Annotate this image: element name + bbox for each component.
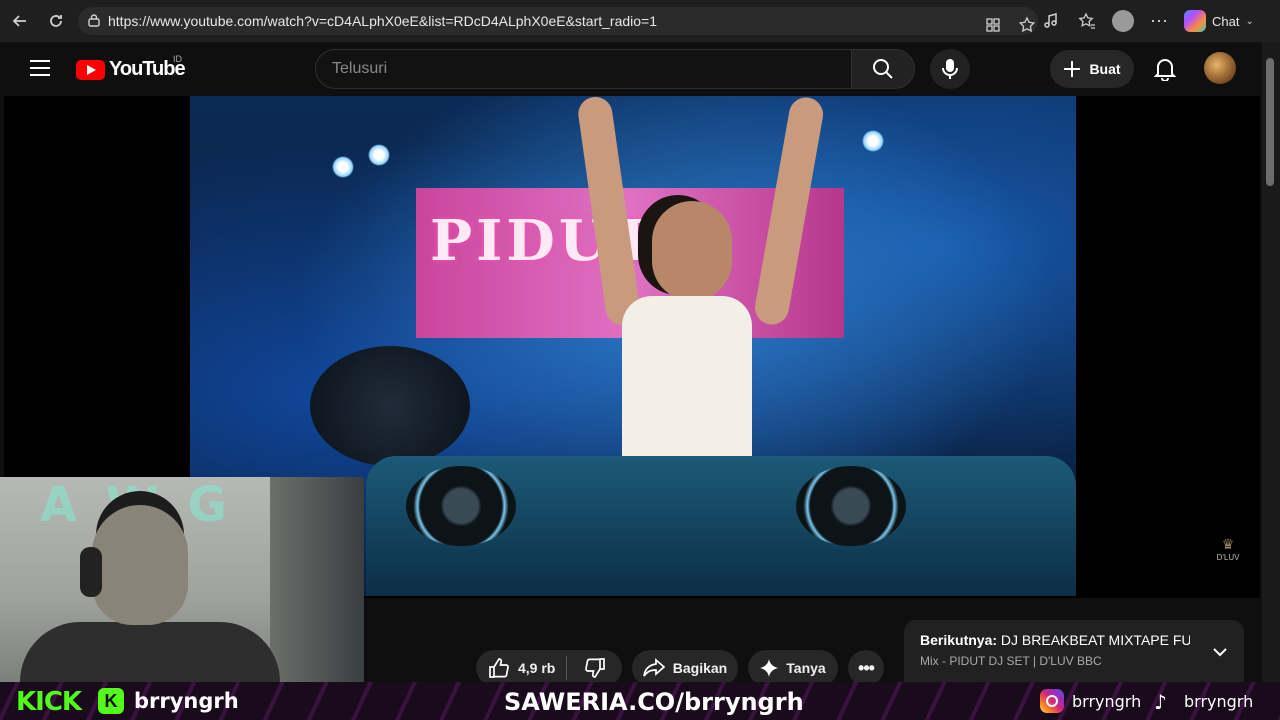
thumbs-up-icon bbox=[489, 658, 509, 678]
dislike-button[interactable] bbox=[567, 657, 622, 679]
like-count: 4,9 rb bbox=[518, 660, 556, 676]
channel-watermark[interactable]: ♛ D'LUV bbox=[1214, 536, 1242, 566]
dj-performer bbox=[576, 96, 826, 476]
search-box bbox=[315, 49, 853, 89]
kick-icon: K bbox=[98, 688, 124, 714]
chevron-down-icon: ⌄ bbox=[1245, 15, 1254, 27]
instagram-username: brryngrh bbox=[1072, 692, 1142, 711]
youtube-logo[interactable]: YouTube bbox=[76, 58, 186, 81]
browser-toolbar: https://www.youtube.com/watch?v=cD4ALphX… bbox=[0, 0, 1280, 42]
tiktok-username: brryngrh bbox=[1184, 692, 1254, 711]
page-scrollbar[interactable] bbox=[1262, 42, 1280, 682]
stage-light bbox=[862, 130, 884, 152]
bell-icon bbox=[1154, 59, 1176, 81]
headphone bbox=[80, 547, 102, 597]
create-label: Buat bbox=[1089, 61, 1121, 77]
video-actions: 4,9 rb Bagikan Tanya ••• Berikutnya: DJ … bbox=[0, 598, 1260, 686]
search-icon bbox=[873, 59, 893, 79]
notifications-button[interactable] bbox=[1148, 52, 1182, 86]
media-control-icon[interactable] bbox=[1040, 10, 1062, 32]
app-available-icon[interactable] bbox=[982, 14, 1004, 36]
up-next-video-title: DJ BREAKBEAT MIXTAPE FU... bbox=[1000, 632, 1190, 648]
ask-label: Tanya bbox=[786, 660, 826, 676]
search-button[interactable] bbox=[851, 49, 915, 89]
profile-avatar-icon[interactable] bbox=[1112, 10, 1134, 32]
chat-label: Chat bbox=[1212, 13, 1240, 29]
watermark-text: D'LUV bbox=[1216, 553, 1240, 562]
stream-banner: KICK K brryngrh SAWERIA.CO/brryngrh brry… bbox=[0, 682, 1280, 720]
voice-search-button[interactable] bbox=[930, 49, 970, 89]
site-info-icon[interactable] bbox=[87, 13, 101, 27]
stage-light bbox=[332, 156, 354, 178]
up-next-title: Berikutnya: DJ BREAKBEAT MIXTAPE FU... bbox=[920, 632, 1190, 648]
kick-username: brryngrh bbox=[134, 689, 239, 713]
instagram-icon bbox=[1040, 689, 1064, 713]
favorite-star-icon[interactable] bbox=[1016, 14, 1038, 36]
jog-wheel bbox=[796, 466, 906, 546]
menu-icon[interactable] bbox=[30, 60, 50, 76]
up-next-card[interactable]: Berikutnya: DJ BREAKBEAT MIXTAPE FU... M… bbox=[904, 620, 1244, 682]
copilot-icon bbox=[1184, 10, 1206, 32]
stage-light bbox=[368, 144, 390, 166]
chevron-down-icon[interactable] bbox=[1210, 642, 1230, 662]
more-actions-button[interactable]: ••• bbox=[848, 650, 884, 686]
up-next-subtitle: Mix - PIDUT DJ SET | D'LUV BBC bbox=[920, 654, 1102, 668]
tiktok-icon: ♪ bbox=[1154, 690, 1167, 714]
dj-controller bbox=[366, 456, 1076, 596]
url-text: https://www.youtube.com/watch?v=cD4ALphX… bbox=[108, 13, 658, 29]
jog-wheel bbox=[406, 466, 516, 546]
create-button[interactable]: Buat bbox=[1050, 50, 1134, 88]
sparkle-icon bbox=[760, 659, 779, 677]
search-input[interactable] bbox=[332, 60, 853, 78]
like-button[interactable]: 4,9 rb bbox=[476, 657, 566, 679]
plus-icon bbox=[1064, 61, 1081, 77]
youtube-header: YouTube ID Buat bbox=[4, 42, 1260, 96]
back-arrow-icon[interactable] bbox=[4, 5, 36, 37]
microphone-icon bbox=[942, 59, 958, 79]
region-code: ID bbox=[173, 54, 182, 64]
more-options-icon[interactable]: ⋯ bbox=[1148, 10, 1170, 32]
share-button[interactable]: Bagikan bbox=[632, 650, 738, 686]
copilot-chat-button[interactable]: Chat ⌄ bbox=[1184, 10, 1254, 32]
saweria-link: SAWERIA.CO/brryngrh bbox=[504, 688, 804, 716]
youtube-play-icon bbox=[76, 59, 105, 80]
thumbs-down-icon bbox=[584, 658, 605, 678]
up-next-prefix: Berikutnya: bbox=[920, 632, 998, 648]
address-bar[interactable]: https://www.youtube.com/watch?v=cD4ALphX… bbox=[78, 7, 1038, 35]
share-icon bbox=[642, 658, 665, 677]
kick-logo: KICK bbox=[16, 687, 82, 717]
share-label: Bagikan bbox=[672, 660, 728, 676]
speaker bbox=[310, 346, 470, 466]
more-horizontal-icon: ••• bbox=[858, 657, 875, 678]
refresh-icon[interactable] bbox=[40, 5, 72, 37]
ask-button[interactable]: Tanya bbox=[748, 650, 838, 686]
like-dislike-group: 4,9 rb bbox=[476, 650, 622, 686]
account-avatar[interactable] bbox=[1204, 52, 1236, 84]
favorites-icon[interactable] bbox=[1076, 10, 1098, 32]
scrollbar-thumb[interactable] bbox=[1266, 58, 1274, 186]
